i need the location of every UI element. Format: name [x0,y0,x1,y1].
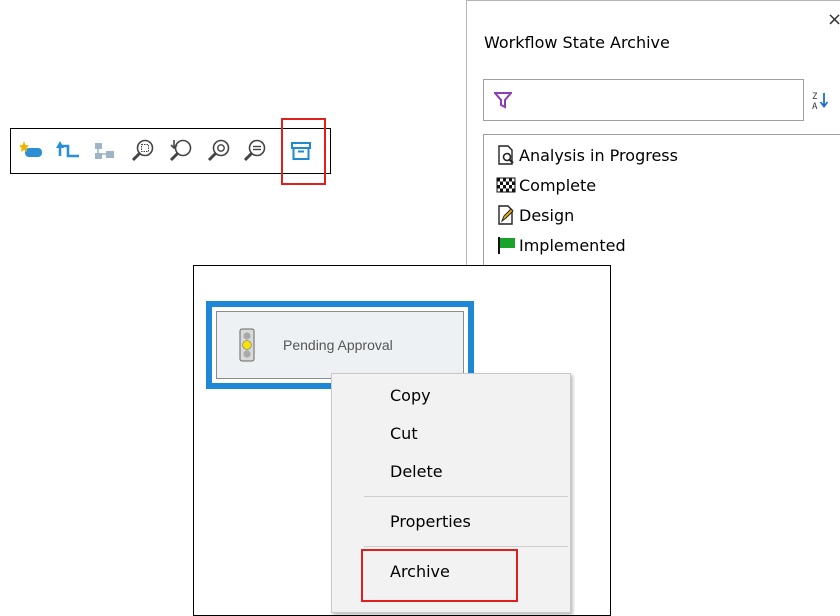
menu-item-delete[interactable]: Delete [390,462,443,481]
menu-separator [364,496,568,497]
zoom-out-button[interactable] [241,137,269,165]
zoom-in-button[interactable] [205,137,233,165]
menu-item-cut[interactable]: Cut [390,424,418,443]
add-transition-button[interactable] [55,137,83,165]
add-transition-icon [56,141,79,158]
state-label: Analysis in Progress [519,145,678,165]
zoom-fit-icon [169,139,192,162]
menu-item-copy[interactable]: Copy [390,386,431,405]
state-label: Complete [519,175,597,195]
svg-text:A: A [812,102,818,112]
archive-menu-highlight [361,549,518,602]
auto-layout-button[interactable] [91,137,119,165]
close-icon[interactable]: × [827,9,840,30]
zoom-fit-button[interactable] [167,137,195,165]
state-card[interactable]: Pending Approval [216,311,464,379]
state-label: Design [519,205,575,225]
traffic-light-icon [239,328,255,362]
list-item[interactable]: Design [496,203,574,227]
panel-title: Workflow State Archive [484,33,670,52]
zoom-selection-button[interactable] [129,137,157,165]
sort-az-icon[interactable]: Z A [812,89,830,113]
filter-icon [494,92,512,109]
zoom-out-icon [243,139,266,162]
magnifier-document-icon [496,145,516,165]
zoom-selection-icon [131,139,154,162]
menu-item-properties[interactable]: Properties [390,512,471,531]
green-flag-icon [496,235,516,255]
list-item[interactable]: Complete [496,173,596,197]
menu-separator [364,546,568,547]
list-item[interactable]: Implemented [496,233,626,257]
archive-button-highlight [281,118,326,185]
pencil-document-icon [496,205,516,225]
checkered-flag-icon [496,175,516,195]
state-label: Implemented [519,235,626,255]
auto-layout-icon [95,143,114,159]
zoom-in-icon [207,139,230,162]
svg-text:Z: Z [812,92,818,102]
filter-input[interactable] [483,79,804,121]
new-state-button[interactable] [17,137,45,165]
workflow-state-archive-panel: Workflow State Archive × Z A Analysis in… [466,0,840,304]
new-state-icon [19,141,42,157]
state-card-label: Pending Approval [283,337,393,353]
list-item[interactable]: Analysis in Progress [496,143,678,167]
